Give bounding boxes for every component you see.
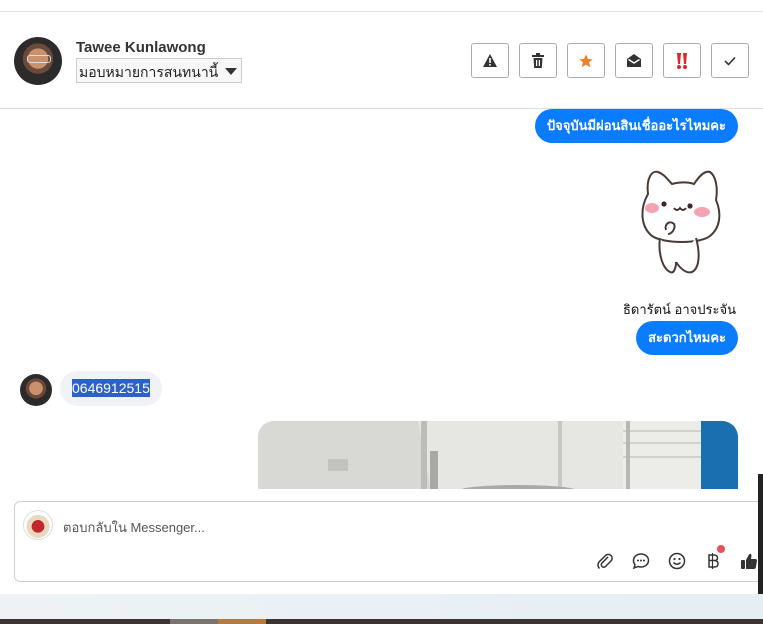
caret-down-icon	[225, 68, 237, 75]
outgoing-message[interactable]: ปัจจุบันมีผ่อนสินเชื่ออะไรไหมคะ	[534, 109, 738, 143]
reply-input[interactable]: ตอบกลับใน Messenger...	[63, 517, 205, 538]
page-footer-area	[0, 594, 763, 619]
photo-attachment[interactable]	[258, 421, 738, 489]
like-button[interactable]	[738, 550, 760, 572]
check-icon	[724, 56, 736, 66]
mark-unread-button[interactable]	[615, 43, 653, 78]
baht-icon	[708, 553, 719, 569]
star-button[interactable]	[567, 43, 605, 78]
contact-avatar[interactable]	[14, 37, 62, 85]
envelope-open-icon	[627, 54, 641, 67]
star-icon	[579, 53, 593, 67]
assign-label: มอบหมายการสนทนานี้	[79, 64, 219, 80]
conversation-header: Tawee Kunlawong มอบหมายการสนทนานี้	[0, 12, 763, 109]
incoming-message[interactable]: 0646912515	[60, 371, 162, 406]
contact-name[interactable]: Tawee Kunlawong	[76, 39, 206, 56]
thumbs-up-icon	[741, 553, 758, 569]
message-thread[interactable]: ปัจจุบันมีผ่อนสินเชื่ออะไรไหมคะ ธิดารัตน…	[0, 109, 763, 489]
smiley-icon	[668, 552, 686, 570]
payment-button[interactable]	[702, 550, 724, 572]
sender-name: ธิดารัตน์ อาจประจัน	[622, 302, 736, 317]
chat-bubble-icon	[632, 553, 650, 570]
attach-button[interactable]	[594, 550, 616, 572]
trash-icon	[532, 52, 544, 68]
page-avatar	[23, 510, 53, 540]
priority-button[interactable]	[663, 43, 701, 78]
contact-avatar-small	[20, 374, 52, 406]
paperclip-icon	[597, 553, 613, 570]
delete-button[interactable]	[519, 43, 557, 78]
mark-spam-button[interactable]	[471, 43, 509, 78]
outgoing-message[interactable]: สะดวกไหมคะ	[636, 321, 738, 355]
taskbar-strip	[0, 619, 763, 624]
reply-composer[interactable]: ตอบกลับใน Messenger...	[14, 501, 763, 582]
selected-text[interactable]: 0646912515	[72, 379, 150, 397]
saved-replies-button[interactable]	[630, 550, 652, 572]
notification-dot	[717, 545, 725, 553]
assign-conversation-dropdown[interactable]: มอบหมายการสนทนานี้	[76, 58, 242, 83]
warning-icon	[483, 54, 497, 67]
photo-content	[258, 421, 738, 489]
emoji-button[interactable]	[666, 550, 688, 572]
cat-sticker[interactable]	[630, 164, 730, 279]
done-button[interactable]	[711, 43, 749, 78]
scrollbar[interactable]	[758, 474, 763, 605]
double-exclamation-icon	[677, 52, 687, 69]
